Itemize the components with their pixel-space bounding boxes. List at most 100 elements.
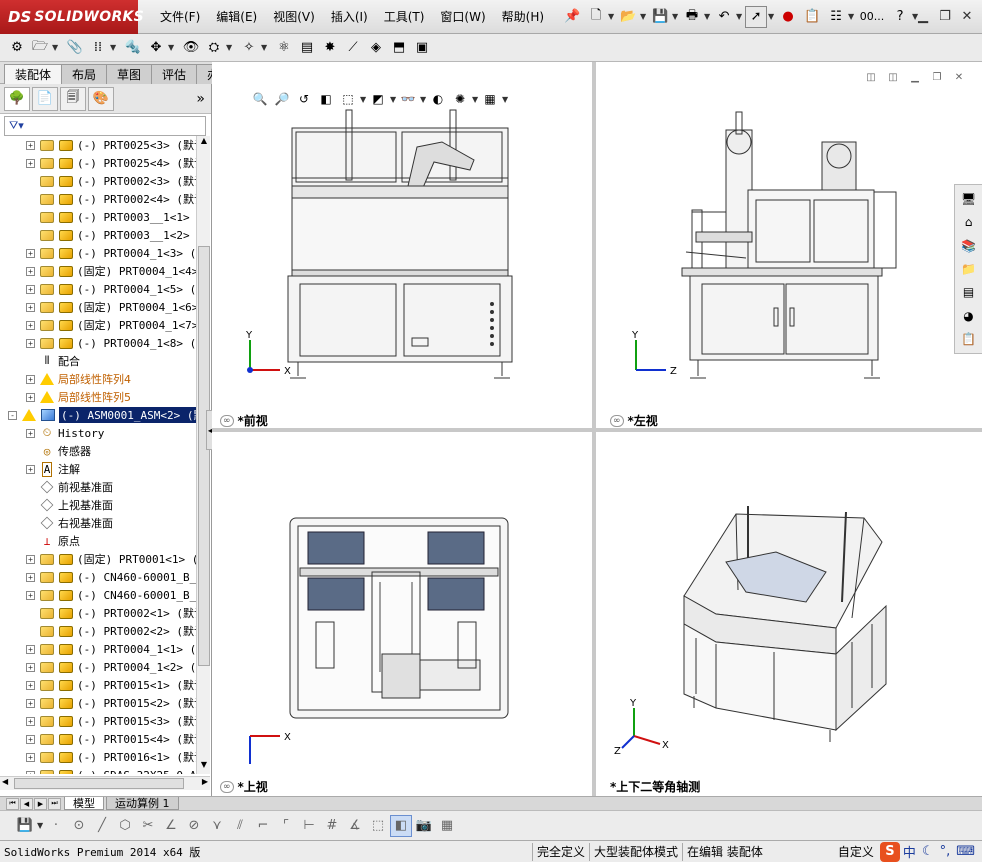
tab-assembly[interactable]: 装配体 <box>4 64 63 84</box>
tree-item[interactable]: (-) PRT0002<3> (默认 <box>0 172 196 190</box>
scroll-thumb[interactable] <box>14 778 184 789</box>
new-document-icon[interactable]: 🗋 <box>585 6 607 28</box>
tree-item[interactable]: + (固定) PRT0004_1<7> (默 <box>0 316 196 334</box>
tree-item[interactable]: + (-) CN460-60001_B_3_AS <box>0 568 196 586</box>
double-chevron-right-icon[interactable]: » <box>196 91 205 107</box>
restore-icon[interactable]: ❐ <box>934 6 956 26</box>
expand-toggle-icon[interactable]: + <box>26 428 35 438</box>
save-icon[interactable]: 💾 <box>649 6 671 28</box>
expand-toggle-icon[interactable]: + <box>26 158 35 168</box>
expand-toggle-icon[interactable]: + <box>26 698 35 708</box>
solidworks-logo[interactable]: DS SOLIDWORKS <box>0 0 144 34</box>
chevron-down-icon[interactable]: ▼ <box>768 12 776 21</box>
keyboard-icon[interactable]: ⌨ <box>956 844 975 859</box>
tree-filter[interactable]: ⛛▾ <box>4 116 206 136</box>
solidworks-resources-icon[interactable]: 🖥 <box>959 189 979 208</box>
menu-file[interactable]: 文件(F) <box>152 8 208 25</box>
expand-toggle-icon[interactable]: + <box>26 572 35 582</box>
hide-show-items-icon[interactable]: 👓 <box>398 90 418 108</box>
help-icon[interactable]: ? <box>889 6 911 28</box>
tree-item[interactable]: + (固定) PRT0004_1<4> (默 <box>0 262 196 280</box>
tree-item[interactable]: + (-) PRT0004_1<3> (默认 <box>0 244 196 262</box>
link-views-icon[interactable]: ∞ <box>220 780 234 793</box>
display-style-icon[interactable]: ◩ <box>368 90 388 108</box>
corner-icon[interactable]: ⌐ <box>252 815 274 837</box>
filter-icon[interactable]: ⛛▾ <box>9 119 24 133</box>
mate-icon[interactable]: 📎 <box>64 37 86 59</box>
expand-toggle-icon[interactable]: + <box>26 320 35 330</box>
chevron-down-icon[interactable]: ▼ <box>502 95 510 104</box>
dimension-icon[interactable]: ⊢ <box>298 815 320 837</box>
previous-view-icon[interactable]: ↺ <box>294 90 314 108</box>
punctuation-icon[interactable]: °, <box>940 844 951 859</box>
chevron-down-icon[interactable]: ▼ <box>37 821 45 830</box>
chevron-down-icon[interactable]: ▼ <box>736 12 744 21</box>
tree-item[interactable]: + A 注解 <box>0 460 196 478</box>
expand-toggle-icon[interactable]: + <box>26 392 35 402</box>
move-component-icon[interactable]: ✥ <box>145 37 167 59</box>
tree-item[interactable]: + 局部线性阵列5 <box>0 388 196 406</box>
tree-item[interactable]: (-) PRT0002<1> (默认 <box>0 604 196 622</box>
chevron-down-icon[interactable]: ▼ <box>226 43 234 52</box>
show-hidden-icon[interactable]: 👁 <box>180 37 202 59</box>
menu-help[interactable]: 帮助(H) <box>494 8 552 25</box>
menu-tools[interactable]: 工具(T) <box>376 8 433 25</box>
expand-toggle-icon[interactable]: + <box>26 554 35 564</box>
relation-icon[interactable]: ∡ <box>344 815 366 837</box>
tree-item[interactable]: + (-) CN460-60001_B_3_AS <box>0 586 196 604</box>
hole-alignment-icon[interactable]: ▣ <box>411 37 433 59</box>
tree-item[interactable]: + (固定) PRT0004_1<6> (默 <box>0 298 196 316</box>
property-manager-tab-icon[interactable]: 📄 <box>32 86 58 111</box>
chevron-down-icon[interactable]: ▼ <box>261 43 269 52</box>
construction-icon[interactable]: ⌜ <box>275 815 297 837</box>
tab-motion-study-1[interactable]: 运动算例 1 <box>106 797 179 810</box>
expand-toggle-icon[interactable]: + <box>26 302 35 312</box>
select-cursor-icon[interactable]: ➚ <box>745 5 768 28</box>
assembly-features-icon[interactable]: ⛭ <box>203 37 225 59</box>
expand-viewport-icon[interactable]: ◫ <box>884 70 902 84</box>
view-orientation-icon[interactable]: ⬚ <box>338 90 358 108</box>
restore-icon[interactable]: ❐ <box>928 70 946 84</box>
viewport-horizontal-splitter[interactable] <box>212 428 982 432</box>
tree-item[interactable]: + 局部线性阵列4 <box>0 370 196 388</box>
edit-appearance-icon[interactable]: ◐ <box>428 90 448 108</box>
expand-toggle-icon[interactable]: + <box>26 644 35 654</box>
sogou-ime-logo[interactable]: S <box>879 841 900 862</box>
polygon-icon[interactable]: ⬡ <box>114 815 136 837</box>
circle-icon[interactable]: ⊙ <box>68 815 90 837</box>
tree-item[interactable]: + (-) PRT0015<1> (默认 <box>0 676 196 694</box>
linear-pattern-icon[interactable]: ⁞⁞ <box>87 37 109 59</box>
undo-icon[interactable]: ↶ <box>713 6 735 28</box>
menu-insert[interactable]: 插入(I) <box>323 8 376 25</box>
chevron-down-icon[interactable]: ▼ <box>672 12 680 21</box>
shaded-cube-icon[interactable]: ◧ <box>390 814 412 837</box>
exploded-view-icon[interactable]: ✸ <box>319 37 341 59</box>
scroll-right-icon[interactable]: ▶ <box>202 777 208 786</box>
apply-scene-icon[interactable]: ✺ <box>450 90 470 108</box>
tree-item[interactable]: (-) PRT0003__1<2> (默认 <box>0 226 196 244</box>
configuration-manager-tab-icon[interactable]: 🗐 <box>60 86 86 111</box>
view-settings-icon[interactable]: ▦ <box>480 90 500 108</box>
new-motion-study-icon[interactable]: ⚛ <box>273 37 295 59</box>
tree-item[interactable]: + (-) SDAS-32X25 0 ASM <box>0 766 196 774</box>
expand-toggle-icon[interactable]: + <box>26 716 35 726</box>
tab-evaluate[interactable]: 评估 <box>151 64 198 84</box>
insert-components-icon[interactable]: ⚙ <box>6 37 28 59</box>
chevron-down-icon[interactable]: ▼ <box>390 95 398 104</box>
minimize-icon[interactable]: ▁ <box>906 70 924 84</box>
expand-toggle-icon[interactable]: + <box>26 374 35 384</box>
zoom-to-area-icon[interactable]: 🔎 <box>272 90 292 108</box>
options-icon[interactable]: ☷ <box>825 6 847 28</box>
tree-horizontal-scrollbar[interactable]: ◀ ▶ <box>0 776 210 790</box>
menu-edit[interactable]: 编辑(E) <box>208 8 265 25</box>
pin-icon[interactable]: 📌 <box>561 6 583 28</box>
menu-window[interactable]: 窗口(W) <box>432 8 493 25</box>
tree-vertical-scrollbar[interactable]: ▲ ▼ <box>196 136 210 774</box>
chevron-down-icon[interactable]: ▼ <box>168 43 176 52</box>
home-icon[interactable]: ⌂ <box>959 212 979 231</box>
chevron-down-icon[interactable]: ▼ <box>848 12 856 21</box>
chevron-down-icon[interactable]: ▼ <box>110 43 118 52</box>
tree-item[interactable]: + (-) PRT0015<3> (默认 <box>0 712 196 730</box>
tree-item[interactable]: + (-) PRT0004_1<5> (默认 <box>0 280 196 298</box>
expand-toggle-icon[interactable]: + <box>26 338 35 348</box>
